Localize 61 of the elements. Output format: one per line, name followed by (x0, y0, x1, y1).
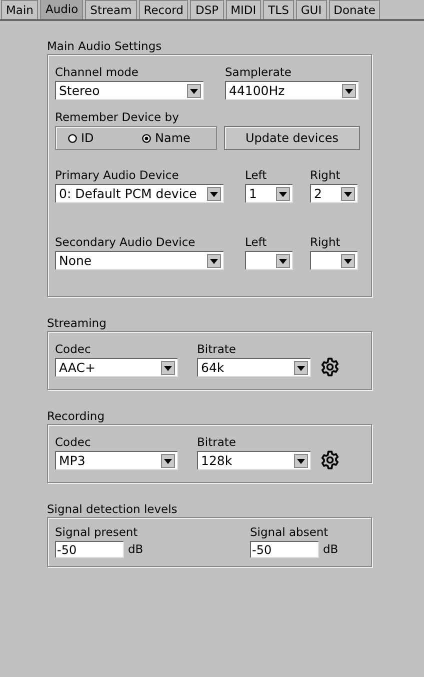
field-label: Channel mode (55, 65, 140, 80)
dropdown[interactable]: MP3 (55, 451, 178, 470)
caret-icon (161, 454, 175, 468)
field-label: Remember Device by (55, 110, 180, 125)
caret-icon (276, 186, 290, 200)
input-field[interactable]: -50 (55, 541, 124, 558)
dropdown[interactable]: 44100Hz (225, 81, 359, 100)
dropdown[interactable]: Stereo (55, 81, 204, 100)
field-label: Left (245, 168, 268, 183)
group-title: Recording (47, 408, 106, 424)
tab[interactable]: Main (1, 0, 38, 19)
radio-button[interactable]: Name (142, 131, 216, 145)
unit-label: dB (128, 541, 144, 558)
field-label: Bitrate (197, 435, 237, 450)
field-label: Codec (55, 435, 92, 450)
tab[interactable]: Donate (328, 0, 380, 19)
group-title: Streaming (47, 315, 108, 331)
tab[interactable]: GUI (296, 0, 327, 19)
tab[interactable]: Stream (85, 0, 137, 19)
dropdown[interactable]: 128k (197, 451, 311, 470)
caret-icon (187, 84, 201, 98)
caret-icon (341, 254, 355, 268)
input-field[interactable]: -50 (250, 541, 319, 558)
dropdown[interactable]: 2 (310, 184, 358, 203)
field-label: Right (310, 235, 342, 250)
caret-icon (294, 454, 308, 468)
settings-icon[interactable] (320, 357, 340, 377)
field-label: Signal absent (250, 525, 330, 540)
tab[interactable]: TLS (263, 0, 294, 19)
dropdown[interactable]: None (55, 251, 224, 270)
dropdown[interactable] (310, 251, 358, 270)
caret-icon (276, 254, 290, 268)
dropdown[interactable]: AAC+ (55, 358, 178, 377)
radio-button[interactable]: ID (68, 131, 142, 145)
caret-icon (341, 186, 355, 200)
tab[interactable]: Record (138, 0, 188, 19)
caret-icon (207, 254, 221, 268)
caret-icon (294, 360, 308, 374)
caret-icon (342, 84, 356, 98)
field-label: Signal present (55, 525, 139, 540)
tab[interactable]: MIDI (226, 0, 262, 19)
update-devices-button[interactable]: Update devices (224, 126, 360, 150)
unit-label: dB (323, 541, 338, 558)
caret-icon (207, 186, 221, 200)
dropdown[interactable] (245, 251, 293, 270)
field-label: Samplerate (225, 65, 292, 80)
tab[interactable]: DSP (190, 0, 224, 19)
dropdown[interactable]: 1 (245, 184, 293, 203)
field-label: Primary Audio Device (55, 168, 180, 183)
field-label: Bitrate (197, 342, 237, 357)
field-label: Left (245, 235, 268, 250)
dropdown[interactable]: 64k (197, 358, 311, 377)
field-label: Codec (55, 342, 92, 357)
caret-icon (161, 360, 175, 374)
group-title: Signal detection levels (47, 501, 178, 517)
settings-icon[interactable] (320, 450, 340, 470)
field-label: Right (310, 168, 342, 183)
tab[interactable]: Audio (40, 0, 84, 19)
group-title: Main Audio Settings (47, 38, 163, 54)
dropdown[interactable]: 0: Default PCM device (55, 184, 224, 203)
field-label: Secondary Audio Device (55, 235, 196, 250)
